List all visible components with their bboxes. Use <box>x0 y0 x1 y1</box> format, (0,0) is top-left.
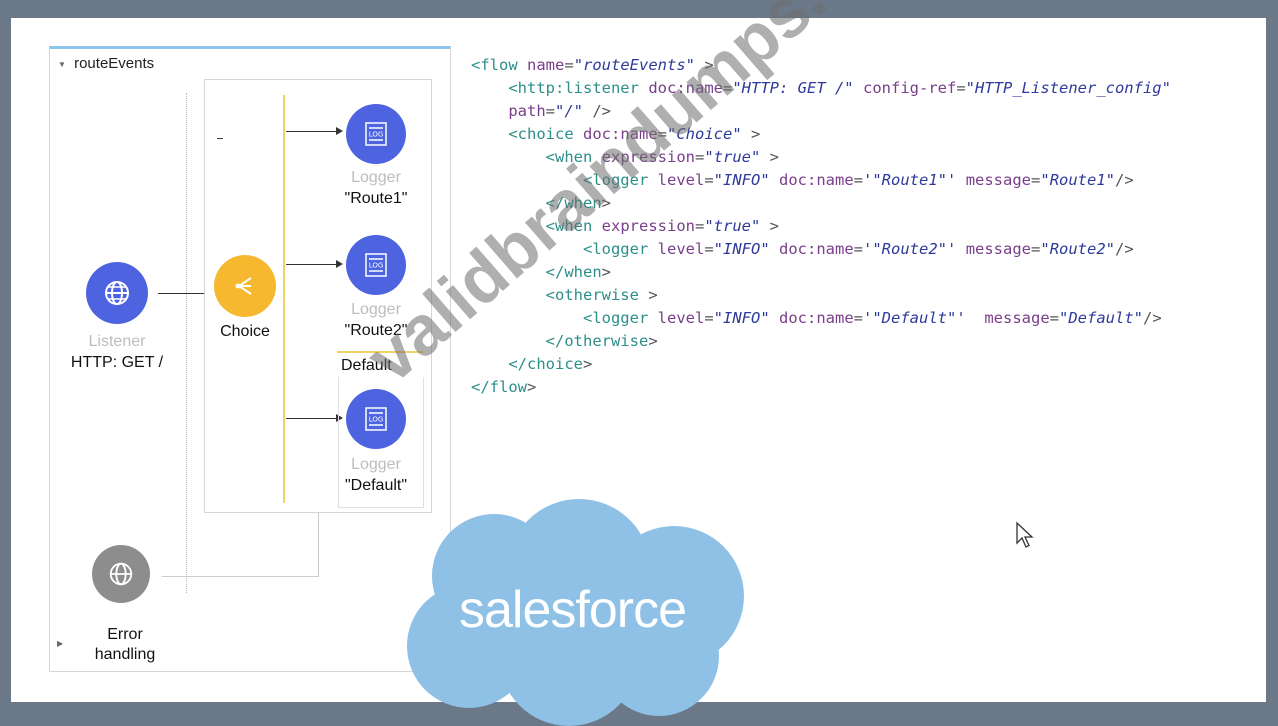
error-handling-component[interactable] <box>92 545 150 603</box>
router-branch-line <box>283 95 285 503</box>
arrow-icon <box>336 260 343 268</box>
flow-guide-line <box>186 93 187 593</box>
choice-component[interactable] <box>214 255 276 317</box>
listener-to-choice-connector <box>158 293 204 294</box>
code-line: <logger level="INFO" doc:name='"Default"… <box>582 309 1162 327</box>
flow-name: routeEvents <box>74 55 155 72</box>
code-line: </when> <box>545 263 611 281</box>
route1-name-label: "Route1" <box>344 190 408 207</box>
error-handling-line2: handling <box>94 646 156 663</box>
listener-type-label: Listener <box>88 333 146 350</box>
expand-caret-icon[interactable]: ▶ <box>57 639 63 648</box>
default-connector <box>286 418 338 419</box>
flow-header[interactable]: ▼ routeEvents <box>58 55 154 72</box>
route1-connector <box>286 131 338 132</box>
globe-icon <box>105 281 129 305</box>
logger-route2-component[interactable]: LOG <box>346 235 406 295</box>
scope-marker <box>217 138 223 139</box>
code-line: </otherwise> <box>545 332 658 350</box>
code-line: </flow> <box>471 378 537 396</box>
code-line: <http:listener doc:name="HTTP: GET /" co… <box>508 79 1171 97</box>
code-line: </choice> <box>508 355 593 373</box>
choice-split-icon <box>235 277 252 295</box>
code-line: <otherwise > <box>545 286 658 304</box>
globe-icon <box>109 562 133 586</box>
mouse-pointer-icon <box>1016 521 1034 548</box>
code-line: <logger level="INFO" doc:name='"Route2"'… <box>582 240 1134 258</box>
collapse-caret-icon[interactable]: ▼ <box>58 60 66 69</box>
error-connector-vertical <box>318 512 319 576</box>
route1-type-label: Logger <box>351 169 401 186</box>
slide-frame: ▼ routeEvents Listener HTTP: GET / Choic… <box>11 0 1266 726</box>
code-line: path="/" /> <box>508 102 611 120</box>
route2-connector <box>286 264 338 265</box>
error-handling-label: Error handling <box>70 625 180 665</box>
default-name-label: "Default" <box>344 477 408 494</box>
arrow-icon <box>336 127 343 135</box>
svg-text:LOG: LOG <box>369 416 384 424</box>
log-icon: LOG <box>365 122 387 146</box>
logger-route1-component[interactable]: LOG <box>346 104 406 164</box>
logger-default-component[interactable]: LOG <box>346 389 406 449</box>
error-connector-horizontal <box>162 576 319 577</box>
listener-component[interactable] <box>86 262 148 324</box>
svg-text:LOG: LOG <box>369 262 384 270</box>
log-icon: LOG <box>365 253 387 277</box>
log-icon: LOG <box>365 407 387 431</box>
listener-name-label: HTTP: GET / <box>70 354 164 371</box>
salesforce-logo-text: salesforce <box>459 581 687 639</box>
error-handling-line1: Error <box>107 626 143 643</box>
default-type-label: Logger <box>351 456 401 473</box>
code-line: <flow name="routeEvents" > <box>471 56 714 74</box>
svg-text:LOG: LOG <box>369 131 384 139</box>
